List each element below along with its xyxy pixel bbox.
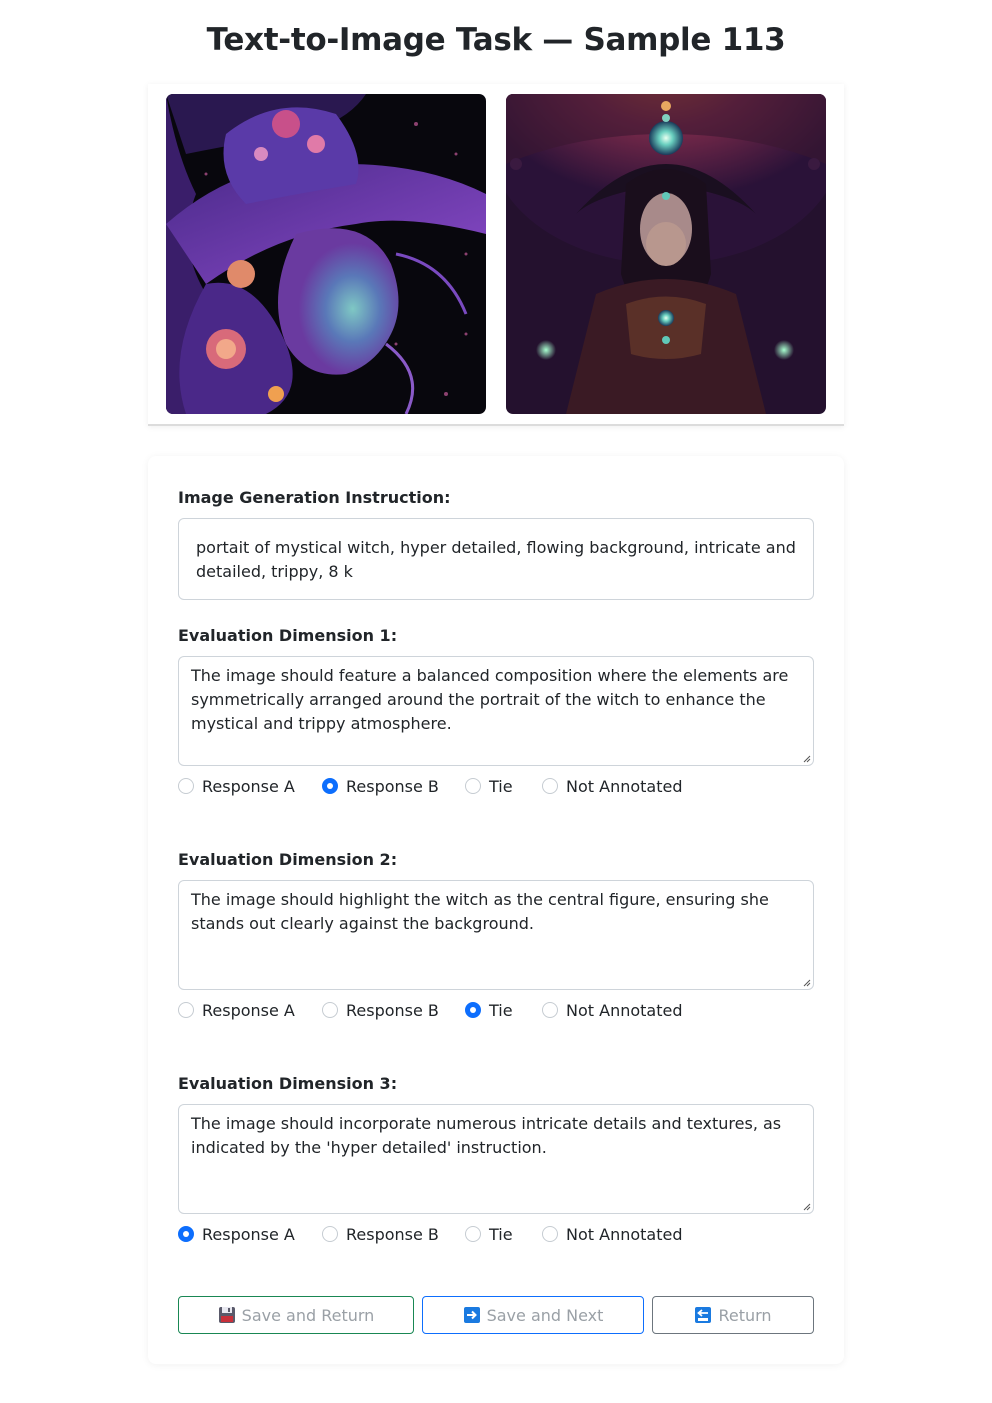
- radio-checked-icon[interactable]: [178, 1226, 194, 1242]
- radio-icon[interactable]: [465, 778, 481, 794]
- dimension-2-option-tie[interactable]: Tie: [465, 999, 513, 1021]
- dimension-3-option-response-a[interactable]: Response A: [178, 1223, 295, 1245]
- dimension-3-text: The image should incorporate numerous in…: [191, 1114, 782, 1157]
- radio-icon[interactable]: [178, 1002, 194, 1018]
- dimension-2-textarea[interactable]: The image should highlight the witch as …: [178, 880, 814, 990]
- radio-icon[interactable]: [542, 1002, 558, 1018]
- radio-label: Response A: [202, 1224, 295, 1244]
- dimension-1-option-response-b[interactable]: Response B: [322, 775, 439, 797]
- dimension-2-option-response-b[interactable]: Response B: [322, 999, 439, 1021]
- radio-label: Response A: [202, 1000, 295, 1020]
- radio-label: Tie: [489, 1000, 513, 1020]
- dimension-1-option-tie[interactable]: Tie: [465, 775, 513, 797]
- dimension-3-label: Evaluation Dimension 3:: [178, 1074, 398, 1093]
- return-button[interactable]: Return: [652, 1296, 814, 1334]
- radio-checked-icon[interactable]: [322, 778, 338, 794]
- annotation-form: Image Generation Instruction: portait of…: [148, 456, 844, 1364]
- dimension-1-choices: Response A Response B Tie Not Annotated: [178, 775, 814, 797]
- radio-icon[interactable]: [322, 1002, 338, 1018]
- dimension-2-option-not-annotated[interactable]: Not Annotated: [542, 999, 682, 1021]
- radio-label: Tie: [489, 776, 513, 796]
- dimension-3-choices: Response A Response B Tie Not Annotated: [178, 1223, 814, 1245]
- dimension-2-choices: Response A Response B Tie Not Annotated: [178, 999, 814, 1021]
- radio-label: Tie: [489, 1224, 513, 1244]
- radio-icon[interactable]: [465, 1226, 481, 1242]
- radio-label: Response B: [346, 1000, 439, 1020]
- radio-icon[interactable]: [542, 778, 558, 794]
- save-and-next-label: Save and Next: [486, 1305, 604, 1325]
- dimension-2-text: The image should highlight the witch as …: [191, 890, 769, 933]
- resize-grip-icon[interactable]: [801, 753, 811, 763]
- response-a-image: [166, 94, 486, 414]
- witch-portrait-image-b: [506, 94, 826, 414]
- dimension-3-textarea[interactable]: The image should incorporate numerous in…: [178, 1104, 814, 1214]
- radio-icon[interactable]: [542, 1226, 558, 1242]
- dimension-2-label: Evaluation Dimension 2:: [178, 850, 398, 869]
- radio-label: Response A: [202, 776, 295, 796]
- save-and-return-button[interactable]: Save and Return: [178, 1296, 414, 1334]
- dimension-1-text: The image should feature a balanced comp…: [191, 666, 789, 733]
- image-comparison-panel: [148, 84, 844, 426]
- resize-grip-icon[interactable]: [801, 1201, 811, 1211]
- right-arrow-icon: [463, 1307, 480, 1323]
- dimension-1-textarea[interactable]: The image should feature a balanced comp…: [178, 656, 814, 766]
- radio-icon[interactable]: [178, 778, 194, 794]
- instruction-label: Image Generation Instruction:: [178, 488, 451, 507]
- dimension-3-option-tie[interactable]: Tie: [465, 1223, 513, 1245]
- dimension-1-option-response-a[interactable]: Response A: [178, 775, 295, 797]
- page-title: Text-to-Image Task — Sample 113: [206, 22, 786, 58]
- instruction-text: portait of mystical witch, hyper detaile…: [178, 518, 814, 600]
- resize-grip-icon[interactable]: [801, 977, 811, 987]
- response-b-image: [506, 94, 826, 414]
- radio-label: Not Annotated: [566, 1000, 683, 1020]
- return-label: Return: [718, 1305, 772, 1325]
- floppy-disk-icon: [218, 1307, 235, 1323]
- witch-portrait-image-a: [166, 94, 486, 414]
- radio-checked-icon[interactable]: [465, 1002, 481, 1018]
- radio-label: Response B: [346, 776, 439, 796]
- radio-label: Not Annotated: [566, 776, 683, 796]
- dimension-1-option-not-annotated[interactable]: Not Annotated: [542, 775, 682, 797]
- dimension-1-label: Evaluation Dimension 1:: [178, 626, 398, 645]
- back-arrow-icon: [695, 1307, 712, 1323]
- save-and-next-button[interactable]: Save and Next: [422, 1296, 644, 1334]
- save-and-return-label: Save and Return: [241, 1305, 375, 1325]
- dimension-2-option-response-a[interactable]: Response A: [178, 999, 295, 1021]
- radio-icon[interactable]: [322, 1226, 338, 1242]
- radio-label: Not Annotated: [566, 1224, 683, 1244]
- dimension-3-option-not-annotated[interactable]: Not Annotated: [542, 1223, 682, 1245]
- radio-label: Response B: [346, 1224, 439, 1244]
- dimension-3-option-response-b[interactable]: Response B: [322, 1223, 439, 1245]
